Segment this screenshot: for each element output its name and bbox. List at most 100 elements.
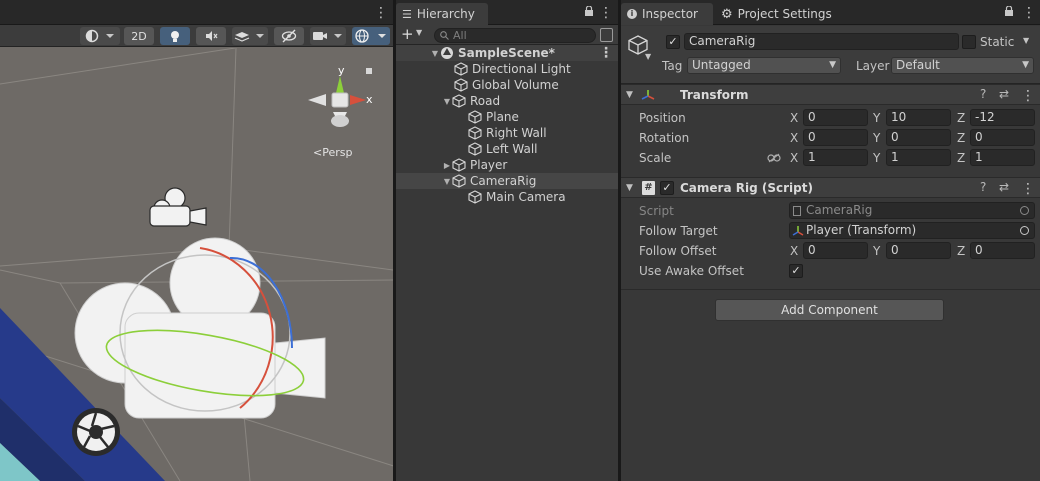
active-checkbox[interactable]: ✓ — [666, 35, 680, 49]
expand-arrow-icon[interactable]: ▼ — [442, 177, 452, 186]
object-name-field[interactable]: CameraRig — [684, 33, 959, 50]
2d-toggle-button[interactable]: 2D — [124, 27, 154, 45]
scale-y-field[interactable]: 1 — [886, 149, 951, 166]
rotation-y-field[interactable]: 0 — [886, 129, 951, 146]
tab-project-settings-label: Project Settings — [737, 7, 832, 21]
gizmo-center-cube[interactable] — [331, 92, 349, 108]
info-icon: i — [627, 9, 637, 19]
expand-arrow-icon[interactable]: ▼ — [442, 97, 452, 106]
layers-icon — [234, 32, 264, 42]
hierarchy-menu-icon[interactable]: ⋮ — [599, 6, 613, 20]
position-x-field[interactable]: 0 — [803, 109, 868, 126]
scene-viewport[interactable] — [0, 48, 393, 481]
hierarchy-item-road[interactable]: ▼ Road — [396, 93, 618, 109]
layer-dropdown[interactable]: Default ▼ — [891, 57, 1034, 74]
hierarchy-item-right-wall[interactable]: Right Wall — [396, 125, 618, 141]
scene-menu-icon[interactable]: ⋮ — [599, 46, 613, 60]
item-label: CameraRig — [470, 174, 537, 188]
hierarchy-item-directional-light[interactable]: Directional Light — [396, 61, 618, 77]
lock-icon[interactable] — [1004, 5, 1014, 20]
x-axis-letter: X — [790, 111, 799, 125]
follow-offset-label: Follow Offset — [639, 244, 717, 258]
rotation-x-field[interactable]: 0 — [803, 129, 868, 146]
gizmo-neg-z-cone[interactable] — [331, 115, 349, 127]
gizmo-y-axis-cone[interactable] — [336, 76, 344, 93]
hierarchy-item-global-volume[interactable]: Global Volume — [396, 77, 618, 93]
scene-menu-icon[interactable]: ⋮ — [374, 6, 388, 20]
add-object-button[interactable]: + — [401, 25, 414, 43]
gizmo-x-axis-cone[interactable] — [350, 95, 366, 105]
y-axis-letter: Y — [873, 131, 881, 145]
projection-label: Persp — [322, 146, 353, 159]
scene-name: SampleScene* — [458, 46, 555, 60]
camera-gizmo-large-icon[interactable] — [74, 237, 326, 419]
search-mode-icon[interactable] — [600, 28, 613, 42]
icon-dropdown-arrow-icon[interactable]: ▼ — [645, 52, 651, 61]
foldout-arrow-icon[interactable]: ▼ — [626, 90, 633, 100]
tab-inspector[interactable]: i Inspector — [621, 3, 713, 25]
help-icon[interactable]: ? — [980, 180, 986, 194]
hierarchy-search-input[interactable]: All — [434, 28, 596, 43]
static-checkbox[interactable] — [962, 35, 976, 49]
gameobject-cube-icon — [468, 126, 482, 140]
scene-row[interactable]: ▼ SampleScene* ⋮ — [396, 45, 618, 61]
hierarchy-item-main-camera[interactable]: Main Camera — [396, 189, 618, 205]
scale-x-field[interactable]: 1 — [803, 149, 868, 166]
rotation-z-field[interactable]: 0 — [970, 129, 1035, 146]
gizmos-dropdown[interactable] — [352, 27, 390, 45]
item-label: Global Volume — [472, 78, 559, 92]
script-file-icon — [793, 206, 801, 216]
csharp-script-icon: # — [642, 181, 655, 195]
component-menu-icon[interactable]: ⋮ — [1021, 182, 1035, 196]
add-component-button[interactable]: Add Component — [715, 299, 944, 321]
static-dropdown-arrow-icon[interactable]: ▼ — [1023, 36, 1029, 45]
hierarchy-item-player[interactable]: ▶ Player — [396, 157, 618, 173]
effects-dropdown[interactable] — [232, 27, 268, 45]
hierarchy-item-plane[interactable]: Plane — [396, 109, 618, 125]
gear-icon: ⚙ — [721, 6, 733, 22]
component-enabled-checkbox[interactable]: ✓ — [660, 181, 674, 195]
constrain-proportions-link-icon[interactable] — [767, 153, 781, 163]
camera-gizmo-small-icon[interactable] — [149, 187, 207, 227]
help-icon[interactable]: ? — [980, 87, 986, 101]
scene-view[interactable]: ⋮ 2D y x <Persp — [0, 0, 393, 481]
camera-rig-header[interactable]: ▼ # ✓ Camera Rig (Script) ? ⇄ ⋮ — [621, 177, 1040, 198]
scale-z-field[interactable]: 1 — [970, 149, 1035, 166]
position-z-field[interactable]: -12 — [970, 109, 1035, 126]
lock-icon[interactable] — [584, 5, 594, 20]
gizmos-globe-icon — [355, 29, 386, 43]
use-awake-offset-checkbox[interactable]: ✓ — [789, 264, 803, 278]
chevron-down-icon[interactable]: ▼ — [416, 28, 422, 37]
follow-offset-x-field[interactable]: 0 — [803, 242, 868, 259]
tab-hierarchy[interactable]: ☰ Hierarchy — [396, 3, 488, 25]
presets-icon[interactable]: ⇄ — [999, 180, 1009, 194]
gizmo-neg-x-cone[interactable] — [308, 94, 326, 106]
presets-icon[interactable]: ⇄ — [999, 87, 1009, 101]
lightbulb-icon — [171, 31, 179, 42]
transform-header[interactable]: ▼ Transform ? ⇄ ⋮ — [621, 84, 1040, 105]
collapsed-arrow-icon[interactable]: ▶ — [442, 161, 452, 170]
tag-dropdown[interactable]: Untagged ▼ — [687, 57, 841, 74]
gizmo-y-label: y — [338, 64, 345, 77]
component-menu-icon[interactable]: ⋮ — [1021, 89, 1035, 103]
gameobject-cube-icon — [452, 174, 466, 188]
gizmo-lock-icon[interactable] — [366, 68, 372, 74]
camera-settings-dropdown[interactable] — [310, 27, 346, 45]
scene-visibility-toggle-button[interactable] — [274, 27, 304, 45]
use-awake-offset-label: Use Awake Offset — [639, 264, 744, 278]
projection-toggle[interactable]: <Persp — [313, 146, 352, 159]
lighting-toggle-button[interactable] — [160, 27, 190, 45]
hierarchy-item-left-wall[interactable]: Left Wall — [396, 141, 618, 157]
foldout-arrow-icon[interactable]: ▼ — [626, 183, 633, 193]
draw-mode-dropdown[interactable] — [80, 27, 120, 45]
position-y-field[interactable]: 10 — [886, 109, 951, 126]
hierarchy-item-camerarig[interactable]: ▼ CameraRig — [396, 173, 618, 189]
object-picker-icon[interactable] — [1020, 226, 1029, 235]
audio-toggle-button[interactable] — [196, 27, 226, 45]
follow-offset-z-field[interactable]: 0 — [970, 242, 1035, 259]
expand-arrow-icon[interactable]: ▼ — [430, 49, 440, 58]
tab-project-settings[interactable]: ⚙ Project Settings — [715, 3, 835, 25]
inspector-menu-icon[interactable]: ⋮ — [1022, 6, 1036, 20]
follow-offset-y-field[interactable]: 0 — [886, 242, 951, 259]
follow-target-field[interactable]: Player (Transform) — [789, 222, 1035, 239]
